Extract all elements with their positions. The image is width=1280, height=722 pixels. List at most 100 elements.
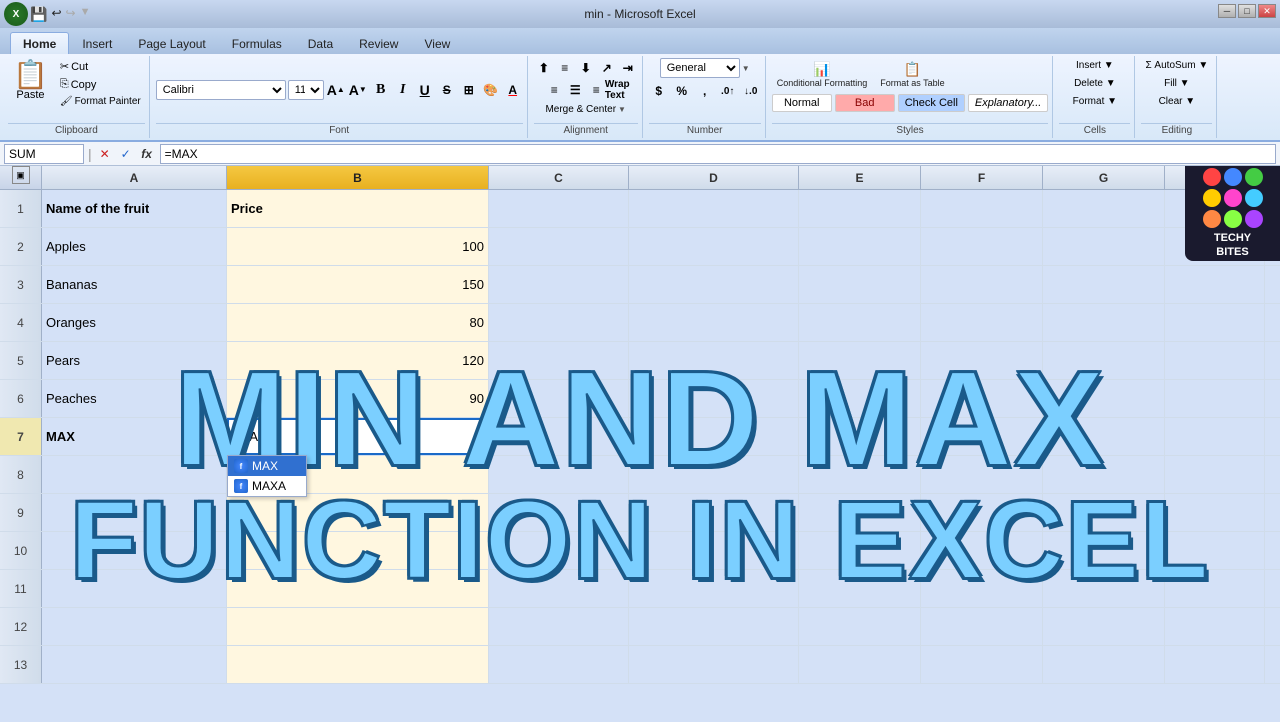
maximize-button[interactable]: □ [1238, 4, 1256, 18]
row-number[interactable]: 5 [0, 342, 42, 379]
cell-d7[interactable] [629, 418, 799, 455]
cell-h10[interactable] [1165, 532, 1265, 569]
tab-formulas[interactable]: Formulas [219, 32, 295, 54]
cell-a10[interactable] [42, 532, 227, 569]
undo-icon[interactable]: ↩ [51, 6, 61, 23]
cell-b3[interactable]: 150 [227, 266, 489, 303]
comma-button[interactable]: , [695, 81, 715, 101]
bold-button[interactable]: B [371, 80, 391, 100]
cell-d4[interactable] [629, 304, 799, 341]
cell-b4[interactable]: 80 [227, 304, 489, 341]
cell-f6[interactable] [921, 380, 1043, 417]
cell-c10[interactable] [489, 532, 629, 569]
cell-h12[interactable] [1165, 608, 1265, 645]
cell-e6[interactable] [799, 380, 921, 417]
cell-e12[interactable] [799, 608, 921, 645]
cancel-formula-button[interactable]: ✕ [96, 145, 114, 163]
cell-b5[interactable]: 120 [227, 342, 489, 379]
close-button[interactable]: ✕ [1258, 4, 1276, 18]
cell-b1[interactable]: Price [227, 190, 489, 227]
cell-e13[interactable] [799, 646, 921, 683]
cell-h4[interactable] [1165, 304, 1265, 341]
cell-b12[interactable] [227, 608, 489, 645]
tab-view[interactable]: View [411, 32, 463, 54]
cell-f9[interactable] [921, 494, 1043, 531]
cell-f10[interactable] [921, 532, 1043, 569]
name-box[interactable] [4, 144, 84, 164]
cell-g8[interactable] [1043, 456, 1165, 493]
row-number[interactable]: 12 [0, 608, 42, 645]
cell-f3[interactable] [921, 266, 1043, 303]
merge-dropdown-arrow[interactable]: ▼ [618, 105, 626, 114]
strikethrough-button[interactable]: S [437, 80, 457, 100]
redo-icon[interactable]: ↪ [66, 6, 76, 23]
cell-d5[interactable] [629, 342, 799, 379]
cell-g6[interactable] [1043, 380, 1165, 417]
formula-input[interactable] [160, 144, 1276, 164]
font-color-button[interactable]: A [503, 80, 523, 100]
cell-g12[interactable] [1043, 608, 1165, 645]
cell-g13[interactable] [1043, 646, 1165, 683]
minimize-button[interactable]: ─ [1218, 4, 1236, 18]
cell-a1[interactable]: Name of the fruit [42, 190, 227, 227]
cell-b2[interactable]: 100 [227, 228, 489, 265]
paste-button[interactable]: 📋 Paste [8, 58, 53, 104]
row-number[interactable]: 10 [0, 532, 42, 569]
cell-b6[interactable]: 90 [227, 380, 489, 417]
increase-decimal-button[interactable]: .0↑ [718, 81, 738, 101]
cell-e7[interactable] [799, 418, 921, 455]
cell-d3[interactable] [629, 266, 799, 303]
cell-a5[interactable]: Pears [42, 342, 227, 379]
cell-h8[interactable] [1165, 456, 1265, 493]
cell-f11[interactable] [921, 570, 1043, 607]
insert-function-button[interactable]: fx [138, 145, 156, 163]
cell-f1[interactable] [921, 190, 1043, 227]
col-header-f[interactable]: F [921, 166, 1043, 189]
cell-e9[interactable] [799, 494, 921, 531]
tab-insert[interactable]: Insert [69, 32, 125, 54]
cell-e5[interactable] [799, 342, 921, 379]
format-painter-button[interactable]: 🖌 Format Painter [56, 94, 145, 109]
cell-c5[interactable] [489, 342, 629, 379]
cell-g11[interactable] [1043, 570, 1165, 607]
cell-b10[interactable] [227, 532, 489, 569]
cell-f12[interactable] [921, 608, 1043, 645]
cell-c3[interactable] [489, 266, 629, 303]
align-center-button[interactable]: ☰ [565, 80, 585, 100]
format-button[interactable]: Format ▼ [1069, 94, 1121, 109]
row-number[interactable]: 3 [0, 266, 42, 303]
align-right-button[interactable]: ≡ [586, 80, 606, 100]
clear-button[interactable]: Clear ▼ [1155, 94, 1200, 109]
cell-e10[interactable] [799, 532, 921, 569]
cell-a7[interactable]: MAX [42, 418, 227, 455]
autosum-button[interactable]: Σ AutoSum ▼ [1141, 58, 1212, 73]
autocomplete-item-max[interactable]: f MAX [228, 456, 306, 476]
col-header-e[interactable]: E [799, 166, 921, 189]
cell-a3[interactable]: Bananas [42, 266, 227, 303]
cell-f8[interactable] [921, 456, 1043, 493]
cell-h7[interactable] [1165, 418, 1265, 455]
cell-a4[interactable]: Oranges [42, 304, 227, 341]
cell-d9[interactable] [629, 494, 799, 531]
col-header-a[interactable]: A [42, 166, 227, 189]
col-header-b[interactable]: B [227, 166, 489, 189]
increase-font-button[interactable]: A▲ [326, 80, 346, 100]
percent-button[interactable]: % [672, 81, 692, 101]
cell-h11[interactable] [1165, 570, 1265, 607]
cell-a9[interactable] [42, 494, 227, 531]
font-name-select[interactable]: Calibri [156, 80, 286, 100]
cell-d1[interactable] [629, 190, 799, 227]
orientation-button[interactable]: ↗ [597, 58, 617, 78]
row-number[interactable]: 7 [0, 418, 42, 455]
cell-g3[interactable] [1043, 266, 1165, 303]
tab-data[interactable]: Data [295, 32, 346, 54]
number-format-select[interactable]: General [660, 58, 740, 78]
fill-button[interactable]: Fill ▼ [1160, 76, 1193, 91]
delete-button[interactable]: Delete ▼ [1070, 76, 1120, 91]
cell-g7[interactable] [1043, 418, 1165, 455]
cell-b7[interactable]: =MAX f MAX f MAXA [227, 418, 489, 455]
cell-g2[interactable] [1043, 228, 1165, 265]
row-number[interactable]: 2 [0, 228, 42, 265]
cell-a13[interactable] [42, 646, 227, 683]
cell-d11[interactable] [629, 570, 799, 607]
